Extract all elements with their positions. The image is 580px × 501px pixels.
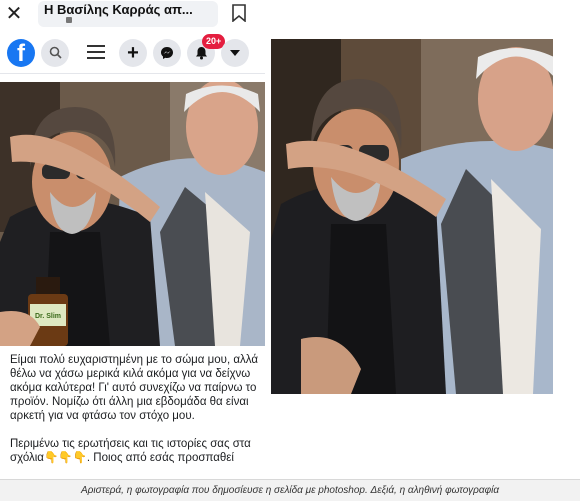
facebook-mobile-screenshot: ✕ Η Βασίλης Καρράς απ... f + 20+ Dr. Sli…: [0, 0, 265, 478]
product-label: Dr. Slim: [35, 313, 61, 320]
original-photo: [271, 39, 553, 394]
add-button[interactable]: +: [119, 39, 147, 67]
post-paragraph: Είμαι πολύ ευχαριστημένη με το σώμα μου,…: [10, 354, 258, 422]
lock-icon: [66, 17, 72, 23]
page-title: Η Βασίλης Καρράς απ...: [44, 2, 193, 17]
bookmark-icon[interactable]: [232, 4, 246, 22]
facebook-logo[interactable]: f: [7, 39, 35, 67]
post-text: Είμαι πολύ ευχαριστημένη με το σώμα μου,…: [10, 353, 258, 478]
post-photo[interactable]: Dr. Slim: [0, 82, 265, 346]
post-paragraph: Περιμένω τις ερωτήσεις και τις ιστορίες …: [10, 438, 251, 464]
facebook-nav-bar: f + 20+: [0, 28, 265, 74]
close-icon[interactable]: ✕: [4, 4, 24, 24]
image-caption: Αριστερά, η φωτογραφία που δημοσίευσε η …: [0, 479, 580, 501]
menu-icon[interactable]: [87, 45, 105, 59]
messenger-button[interactable]: [153, 39, 181, 67]
messenger-icon: [161, 47, 173, 59]
dropdown-button[interactable]: [221, 39, 249, 67]
search-button[interactable]: [41, 39, 69, 67]
search-icon: [49, 46, 62, 59]
browser-top-bar: ✕ Η Βασίλης Καρράς απ...: [0, 0, 265, 28]
caret-down-icon: [230, 50, 240, 56]
